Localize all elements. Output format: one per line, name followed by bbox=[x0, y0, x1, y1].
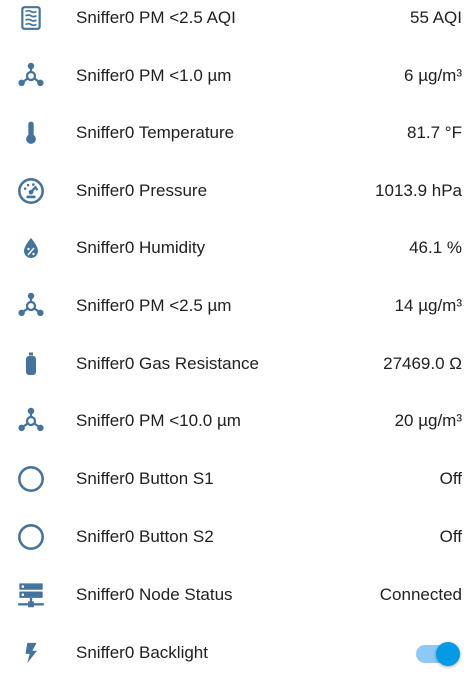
entity-row[interactable]: Sniffer0 Humidity 46.1 % bbox=[0, 228, 474, 268]
entity-name: Sniffer0 Temperature bbox=[76, 123, 235, 142]
entity-state: 20 µg/m³ bbox=[394, 411, 462, 430]
entity-row[interactable]: Sniffer0 Node Status Connected bbox=[0, 575, 474, 615]
gauge-icon bbox=[14, 174, 48, 208]
entity-state: Connected bbox=[379, 585, 462, 604]
entity-name: Sniffer0 Node Status bbox=[76, 585, 233, 604]
entity-name: Sniffer0 Button S2 bbox=[76, 527, 214, 546]
entity-row[interactable]: Sniffer0 Gas Resistance 27469.0 Ω bbox=[0, 344, 474, 384]
entity-state: 1013.9 hPa bbox=[375, 181, 462, 200]
water-percent-icon bbox=[14, 231, 48, 265]
entity-row[interactable]: Sniffer0 PM <10.0 µm 20 µg/m³ bbox=[0, 401, 474, 441]
entity-state: Off bbox=[439, 527, 462, 546]
entity-name: Sniffer0 PM <2.5 µm bbox=[76, 296, 232, 315]
entity-state: 27469.0 Ω bbox=[383, 354, 462, 373]
entity-name: Sniffer0 PM <1.0 µm bbox=[76, 66, 232, 85]
entity-state: 14 µg/m³ bbox=[394, 296, 462, 315]
air-filter-icon bbox=[14, 1, 48, 35]
gas-cylinder-icon bbox=[14, 347, 48, 381]
entity-state: 55 AQI bbox=[410, 8, 462, 27]
entity-name: Sniffer0 Pressure bbox=[76, 181, 208, 200]
circle-outline-icon bbox=[14, 462, 48, 496]
entity-row[interactable]: Sniffer0 Button S2 Off bbox=[0, 517, 474, 557]
entity-name: Sniffer0 Gas Resistance bbox=[76, 354, 259, 373]
entity-row[interactable]: Sniffer0 Backlight bbox=[0, 633, 474, 673]
flash-icon bbox=[14, 636, 48, 670]
entity-row[interactable]: Sniffer0 PM <2.5 µm 14 µg/m³ bbox=[0, 286, 474, 326]
entity-name: Sniffer0 Backlight bbox=[76, 643, 208, 662]
entity-row[interactable]: Sniffer0 PM <2.5 AQI 55 AQI bbox=[0, 0, 474, 38]
backlight-toggle[interactable] bbox=[416, 642, 460, 666]
toggle-knob bbox=[436, 642, 460, 666]
thermometer-icon bbox=[14, 116, 48, 150]
entity-name: Sniffer0 Button S1 bbox=[76, 469, 214, 488]
entity-row[interactable]: Sniffer0 Pressure 1013.9 hPa bbox=[0, 171, 474, 211]
molecule-icon bbox=[14, 289, 48, 323]
entity-state: 46.1 % bbox=[409, 238, 462, 257]
entity-name: Sniffer0 PM <10.0 µm bbox=[76, 411, 241, 430]
molecule-icon bbox=[14, 404, 48, 438]
server-network-icon bbox=[14, 578, 48, 612]
entity-row[interactable]: Sniffer0 Temperature 81.7 °F bbox=[0, 113, 474, 153]
entity-state: 81.7 °F bbox=[407, 123, 462, 142]
entity-name: Sniffer0 Humidity bbox=[76, 238, 206, 257]
entity-name: Sniffer0 PM <2.5 AQI bbox=[76, 8, 236, 27]
entity-row[interactable]: Sniffer0 Button S1 Off bbox=[0, 459, 474, 499]
entity-state: 6 µg/m³ bbox=[404, 66, 462, 85]
entity-row[interactable]: Sniffer0 PM <1.0 µm 6 µg/m³ bbox=[0, 56, 474, 96]
circle-outline-icon bbox=[14, 520, 48, 554]
molecule-icon bbox=[14, 59, 48, 93]
entity-state: Off bbox=[439, 469, 462, 488]
